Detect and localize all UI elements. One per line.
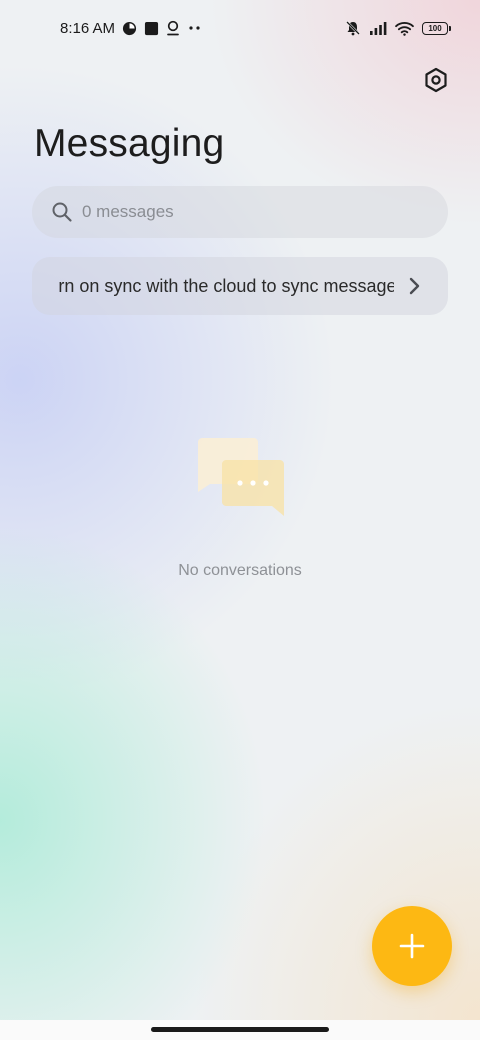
sync-banner[interactable]: Turn on sync with the cloud to sync mess… [32,257,448,315]
settings-button[interactable] [420,64,452,96]
new-message-button[interactable] [372,906,452,986]
location-pin-icon [166,20,180,36]
home-indicator[interactable] [151,1027,329,1032]
battery-icon: 100 [422,21,451,35]
mute-icon [345,20,361,36]
plus-icon [399,933,425,959]
chat-bubbles-icon [198,438,284,516]
pie-notification-icon [122,21,137,36]
search-bar[interactable] [32,186,448,238]
empty-state-label: No conversations [178,562,302,579]
status-time: 8:16 AM [60,19,116,37]
sync-banner-text: Turn on sync with the cloud to sync mess… [58,276,394,296]
more-dots-icon [187,25,203,31]
page-title: Messaging [34,122,225,165]
hexagon-settings-icon [425,67,447,93]
search-input[interactable] [82,186,422,238]
sync-banner-text-container: Turn on sync with the cloud to sync mess… [58,257,394,315]
navigation-bar [0,1020,480,1040]
search-icon [52,202,72,222]
status-right: 100 [345,17,451,39]
wifi-icon [395,21,414,36]
status-bar: 8:16 AM 100 [0,0,480,56]
square-notification-icon [144,21,159,36]
status-left: 8:16 AM [60,17,203,39]
signal-icon [369,21,387,35]
chevron-right-icon [409,277,420,295]
